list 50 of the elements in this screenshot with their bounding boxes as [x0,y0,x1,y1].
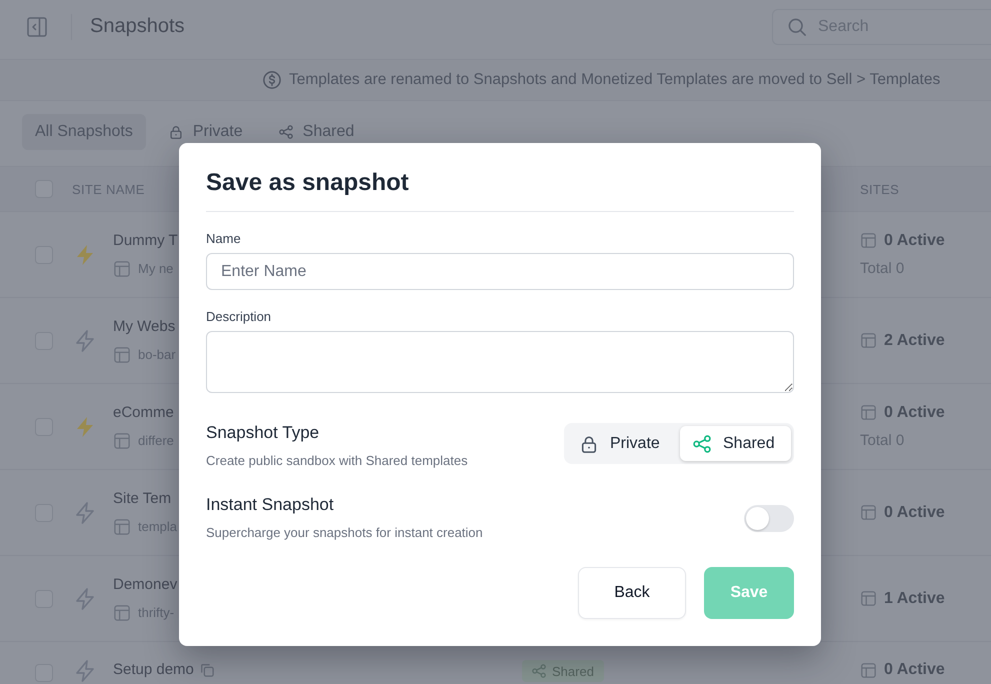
field-label: Name [206,231,242,247]
section-description: Create public sandbox with Shared templates [206,452,468,470]
search-icon [788,18,806,36]
layout-icon [114,518,130,534]
layout-icon [861,505,876,520]
back-button[interactable]: Back [578,567,686,619]
layout-icon [114,432,130,448]
site-name[interactable]: Dummy T [113,230,178,250]
layout-icon [861,591,876,606]
site-name[interactable]: eComme [113,402,174,422]
active-count: 1 Active [884,588,945,608]
filter-tab[interactable]: Shared [266,120,368,144]
page-title: Snapshots [90,15,185,38]
layout-icon [114,604,130,620]
layout-icon [861,233,876,248]
name-input[interactable]: Enter Name [206,253,794,290]
copy-icon[interactable] [200,663,214,677]
active-count: 2 Active [884,330,945,350]
dollar-icon [263,71,281,89]
share-icon [693,434,711,452]
layout-icon [861,333,876,348]
site-name[interactable]: Demonev [113,574,178,594]
type-option[interactable]: Shared [680,426,791,461]
lock-icon [580,434,598,452]
share-icon [278,125,293,139]
active-count: 0 Active [884,660,945,680]
layout-icon [114,346,130,362]
site-name[interactable]: Site Tem [113,488,172,508]
layout-icon [114,260,130,276]
lock-icon [168,125,183,139]
sidebar-collapse-icon[interactable] [27,16,47,36]
active-count: 0 Active [884,230,945,250]
banner-text: Templates are renamed to Snapshots and Monetized Templates are moved to Sell > Templates [289,71,940,89]
active-count: 0 Active [884,402,945,422]
section-description: Supercharge your snapshots for instant creation [206,524,483,542]
section-title: Snapshot Type [206,422,320,444]
type-option[interactable]: Private [567,426,677,461]
active-count: 0 Active [884,502,945,522]
site-name[interactable]: My Webs [113,316,176,336]
share-icon [532,664,546,678]
layout-icon [861,662,876,678]
dialog-title: Save as snapshot [206,168,410,198]
layout-icon [861,405,876,420]
filter-tab[interactable]: All Snapshots [22,114,146,150]
site-name[interactable]: Setup demo [113,660,194,680]
description-input[interactable] [206,331,794,393]
filter-tab[interactable]: Private [156,120,256,144]
section-title: Instant Snapshot [206,494,335,516]
field-label: Description [206,309,272,325]
instant-toggle[interactable] [744,504,794,532]
